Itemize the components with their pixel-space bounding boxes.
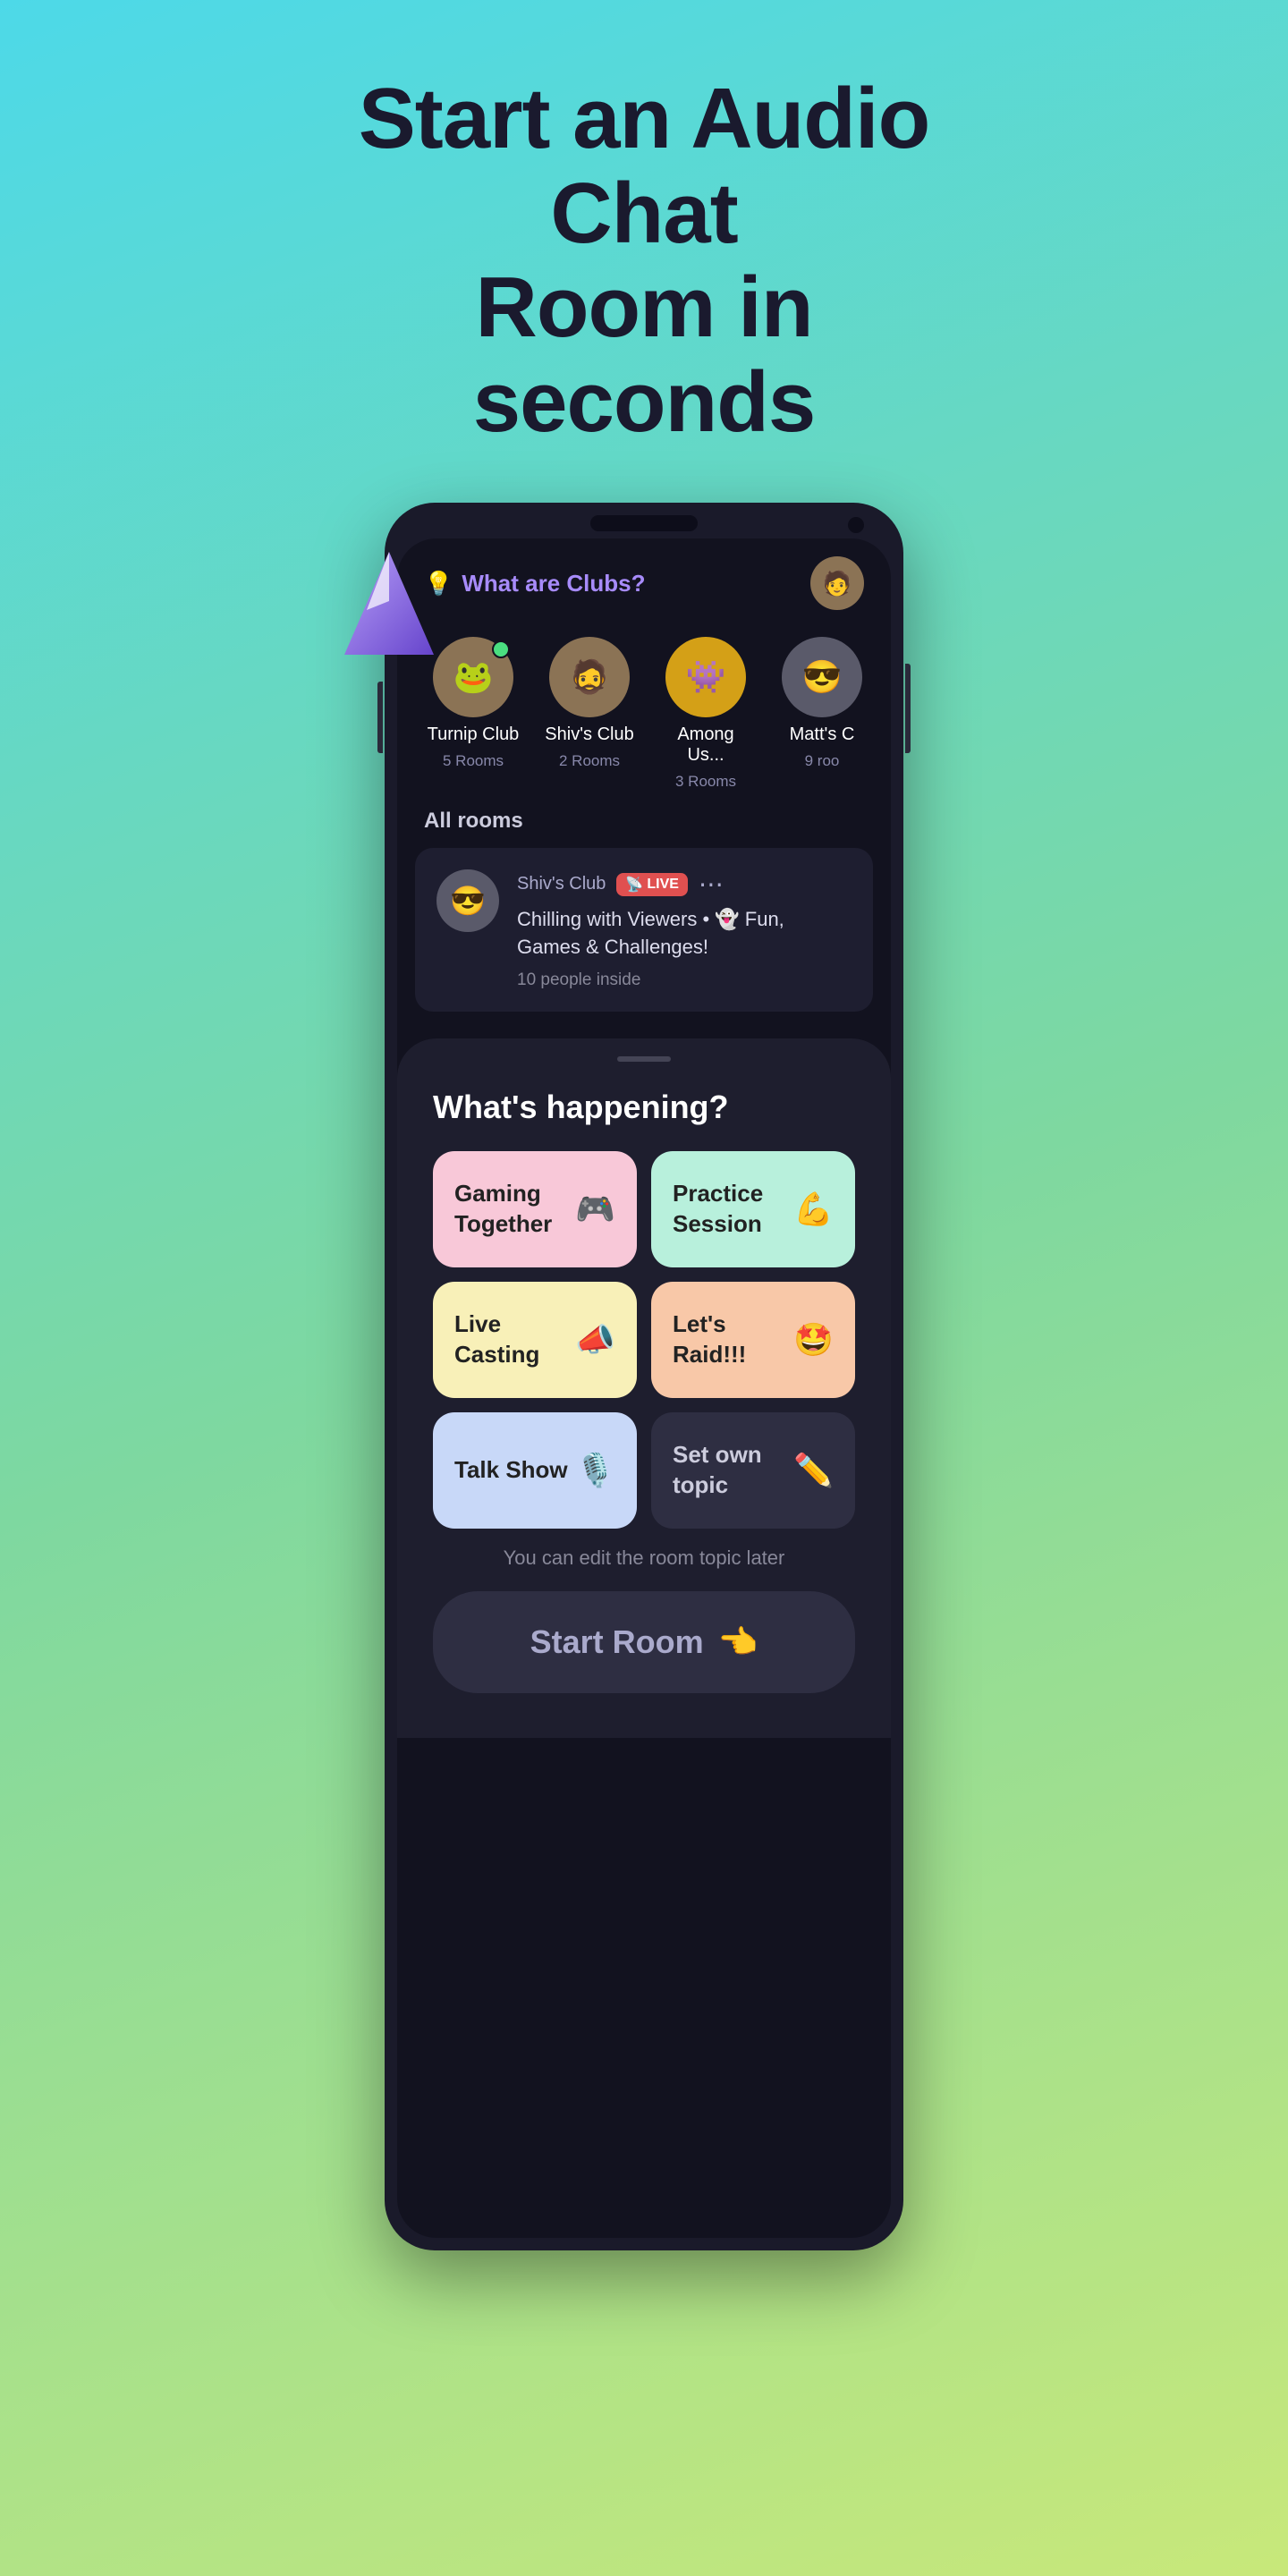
start-room-button[interactable]: Start Room 👈 <box>433 1591 855 1693</box>
profile-avatar[interactable]: 🧑 <box>810 556 864 610</box>
page-headline: Start an Audio Chat Room in seconds <box>331 72 957 449</box>
sheet-handle <box>617 1056 671 1062</box>
topic-lets-raid[interactable]: Let's Raid!!! 🤩 <box>651 1282 855 1398</box>
share-icon[interactable]: ⋯ <box>699 869 724 899</box>
live-label: LIVE <box>647 877 679 893</box>
topic-emoji-own: ✏️ <box>793 1452 834 1489</box>
room-avatar: 😎 <box>436 869 499 932</box>
club-avatar: 😎 <box>782 637 862 717</box>
club-item[interactable]: 🧔 Shiv's Club 2 Rooms <box>540 637 639 791</box>
phone-notch <box>397 515 891 531</box>
sheet-title: What's happening? <box>433 1089 855 1126</box>
topic-emoji-gaming: 🎮 <box>575 1191 615 1228</box>
phone-mockup: 💡 What are Clubs? 🧑 🐸 Turnip Club 5 Room… <box>385 503 903 2250</box>
room-people: 10 people inside <box>517 970 852 990</box>
phone-screen: 💡 What are Clubs? 🧑 🐸 Turnip Club 5 Room… <box>397 538 891 2238</box>
room-description: Chilling with Viewers • 👻 Fun, Games & C… <box>517 906 852 962</box>
room-title-row: Shiv's Club 📡 LIVE ⋯ <box>517 869 852 899</box>
club-item[interactable]: 👾 Among Us... 3 Rooms <box>657 637 755 791</box>
live-icon: 📡 <box>625 876 643 894</box>
topics-grid: Gaming Together 🎮 Practice Session 💪 Liv… <box>433 1151 855 1529</box>
club-rooms: 5 Rooms <box>443 752 504 770</box>
topic-emoji-live: 📣 <box>575 1321 615 1359</box>
clubs-link[interactable]: 💡 What are Clubs? <box>424 570 646 597</box>
club-avatar: 👾 <box>665 637 746 717</box>
edit-hint: You can edit the room topic later <box>433 1546 855 1570</box>
phone-outer: 💡 What are Clubs? 🧑 🐸 Turnip Club 5 Room… <box>385 503 903 2250</box>
topic-emoji-talk: 🎙️ <box>575 1452 615 1489</box>
topic-gaming-together[interactable]: Gaming Together 🎮 <box>433 1151 637 1267</box>
topic-emoji-practice: 💪 <box>793 1191 834 1228</box>
topic-live-casting[interactable]: Live Casting 📣 <box>433 1282 637 1398</box>
start-room-emoji: 👈 <box>718 1623 758 1661</box>
club-rooms: 9 roo <box>805 752 840 770</box>
party-hat-icon <box>331 547 447 664</box>
topic-label: Gaming Together <box>454 1179 575 1240</box>
all-rooms-label: All rooms <box>397 809 891 848</box>
club-name: Matt's C <box>790 724 855 745</box>
topic-label: Let's Raid!!! <box>673 1309 793 1370</box>
start-room-label: Start Room <box>530 1623 704 1661</box>
topic-set-own[interactable]: Set own topic ✏️ <box>651 1412 855 1529</box>
club-name: Among Us... <box>657 724 755 766</box>
clubs-row: 🐸 Turnip Club 5 Rooms 🧔 Shiv's Club 2 Ro… <box>397 619 891 809</box>
club-name: Turnip Club <box>428 724 520 745</box>
topic-emoji-raid: 🤩 <box>793 1321 834 1359</box>
live-badge: 📡 LIVE <box>616 873 687 896</box>
club-name: Shiv's Club <box>545 724 633 745</box>
phone-pill <box>590 515 698 531</box>
club-rooms: 3 Rooms <box>675 773 736 791</box>
topic-label: Talk Show <box>454 1455 575 1486</box>
topic-practice-session[interactable]: Practice Session 💪 <box>651 1151 855 1267</box>
phone-camera <box>848 517 864 533</box>
club-item[interactable]: 😎 Matt's C 9 roo <box>773 637 871 791</box>
topic-label: Live Casting <box>454 1309 575 1370</box>
club-rooms: 2 Rooms <box>559 752 620 770</box>
room-card[interactable]: 😎 Shiv's Club 📡 LIVE ⋯ Chilling with Vie… <box>415 848 873 1012</box>
topic-label: Set own topic <box>673 1440 793 1501</box>
room-club-name: Shiv's Club <box>517 874 606 894</box>
room-info: Shiv's Club 📡 LIVE ⋯ Chilling with Viewe… <box>517 869 852 990</box>
clubs-link-label: What are Clubs? <box>462 570 645 597</box>
club-avatar: 🧔 <box>549 637 630 717</box>
topic-label: Practice Session <box>673 1179 793 1240</box>
bottom-sheet: What's happening? Gaming Together 🎮 Prac… <box>397 1038 891 1738</box>
app-header: 💡 What are Clubs? 🧑 <box>397 538 891 619</box>
topic-talk-show[interactable]: Talk Show 🎙️ <box>433 1412 637 1529</box>
